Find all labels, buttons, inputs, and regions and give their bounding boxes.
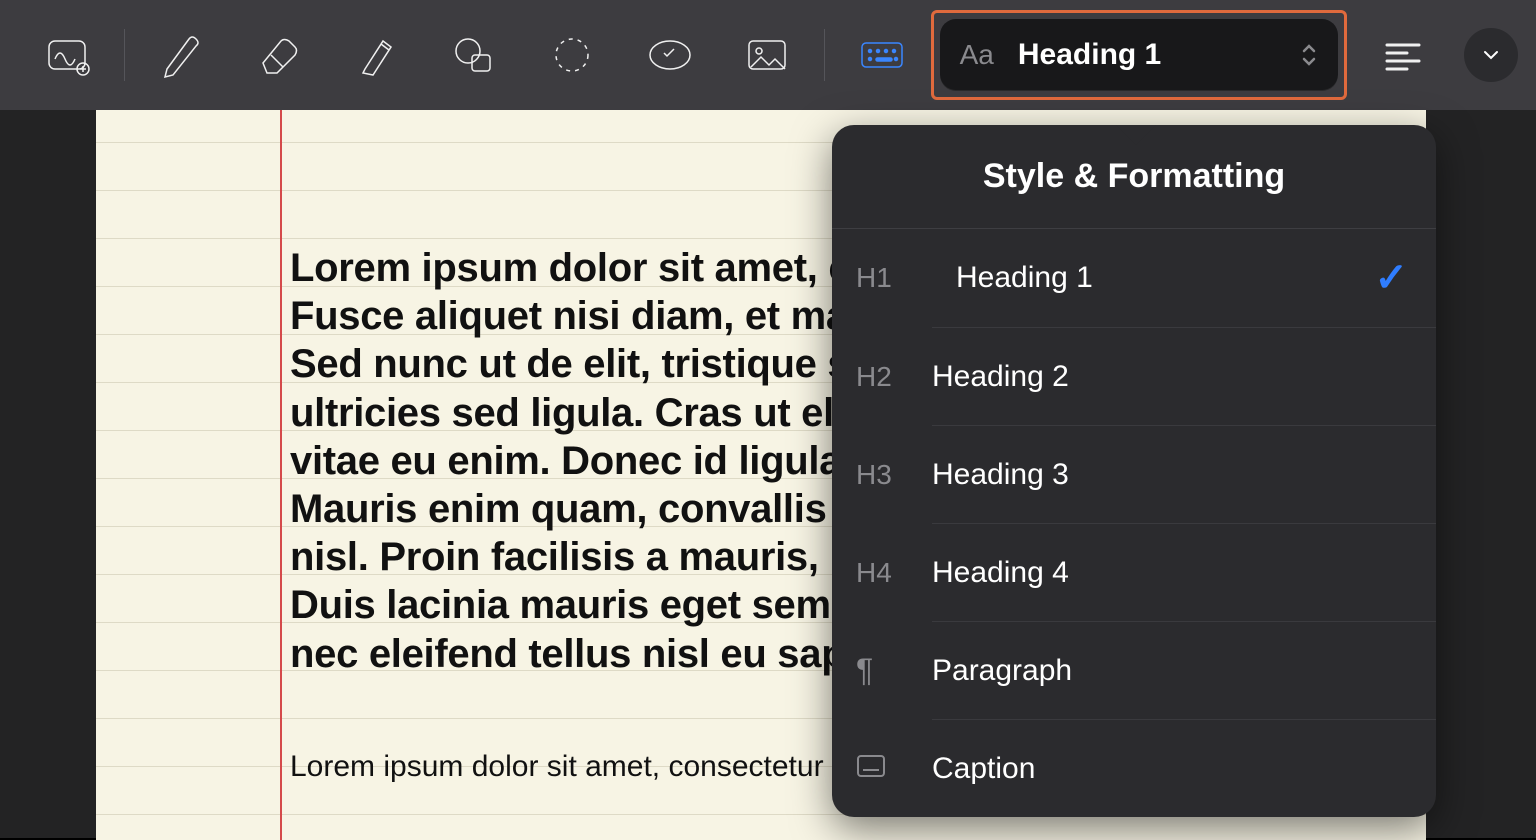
more-menu-button[interactable] (1464, 28, 1518, 82)
text-style-icon: Aa (960, 39, 994, 71)
style-prefix: H3 (856, 459, 932, 491)
highlighter-tool-icon[interactable] (328, 20, 426, 90)
style-prefix: H4 (856, 557, 932, 589)
style-prefix: H2 (856, 361, 932, 393)
pilcrow-icon: ¶ (856, 652, 932, 689)
text-style-dropdown[interactable]: Aa Heading 1 (940, 19, 1338, 91)
style-option-caption[interactable]: Caption (932, 719, 1436, 817)
shapes-tool-icon[interactable] (426, 20, 524, 90)
toolbar-divider (124, 29, 125, 81)
style-option-heading-4[interactable]: H4Heading 4 (932, 523, 1436, 621)
stickers-tool-icon[interactable] (621, 20, 719, 90)
scribble-tool-icon[interactable] (18, 20, 116, 90)
style-formatting-popover: Style & Formatting H1Heading 1✓H2Heading… (832, 125, 1436, 817)
pen-tool-icon[interactable] (133, 20, 231, 90)
style-option-heading-2[interactable]: H2Heading 2 (932, 327, 1436, 425)
lasso-tool-icon[interactable] (523, 20, 621, 90)
style-option-label: Heading 4 (932, 556, 1408, 590)
style-option-heading-1[interactable]: H1Heading 1✓ (832, 229, 1436, 327)
toolbar-divider (824, 29, 825, 81)
style-option-label: Heading 3 (932, 458, 1408, 492)
toolbar: Aa Heading 1 (0, 0, 1536, 110)
style-option-label: Heading 1 (956, 261, 1374, 295)
style-option-label: Caption (932, 752, 1408, 786)
paper-margin-line (280, 110, 282, 840)
style-option-label: Paragraph (932, 654, 1408, 688)
popover-title: Style & Formatting (832, 125, 1436, 229)
style-dropdown-highlight: Aa Heading 1 (931, 10, 1347, 100)
checkmark-icon: ✓ (1374, 255, 1408, 301)
eraser-tool-icon[interactable] (230, 20, 328, 90)
align-left-icon[interactable] (1355, 20, 1453, 90)
style-option-paragraph[interactable]: ¶Paragraph (932, 621, 1436, 719)
caption-icon (856, 753, 932, 785)
image-tool-icon[interactable] (718, 20, 816, 90)
chevron-updown-icon (1300, 43, 1318, 67)
style-prefix: H1 (856, 262, 956, 294)
style-option-label: Heading 2 (932, 360, 1408, 394)
text-style-label: Heading 1 (1018, 38, 1161, 72)
keyboard-tool-icon[interactable] (833, 20, 931, 90)
style-option-heading-3[interactable]: H3Heading 3 (932, 425, 1436, 523)
